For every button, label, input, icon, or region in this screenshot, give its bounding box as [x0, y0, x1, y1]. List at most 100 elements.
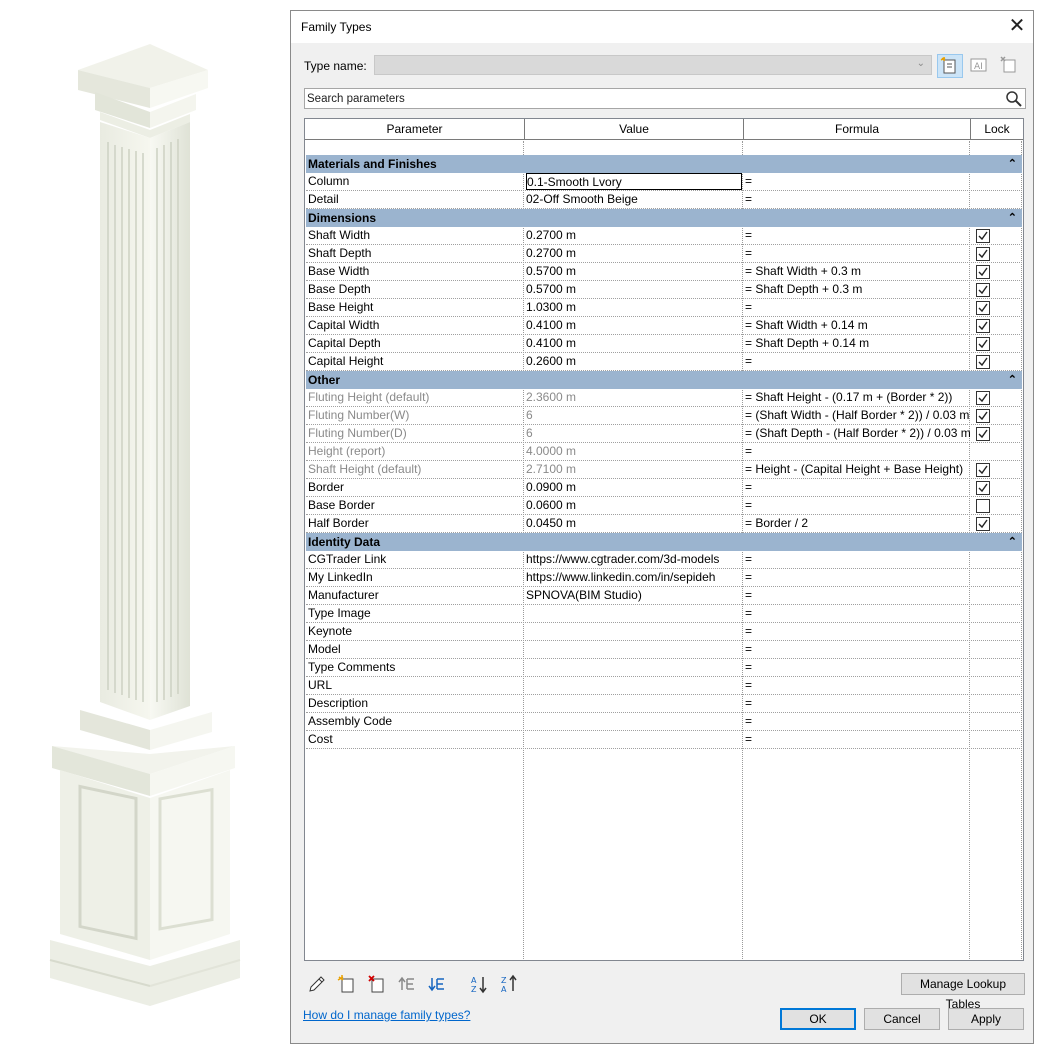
- lock-checkbox-checked[interactable]: [976, 301, 990, 315]
- parameter-row[interactable]: Type Image =: [306, 605, 1022, 623]
- parameter-name[interactable]: Type Comments: [308, 659, 522, 676]
- parameter-formula[interactable]: =: [745, 353, 971, 370]
- parameter-value[interactable]: 0.1-Smooth Lvory: [526, 173, 742, 190]
- parameter-row[interactable]: Base Width 0.5700 m = Shaft Width + 0.3 m: [306, 263, 1022, 281]
- parameter-row[interactable]: Half Border 0.0450 m = Border / 2: [306, 515, 1022, 533]
- parameter-row[interactable]: Detail 02-Off Smooth Beige =: [306, 191, 1022, 209]
- parameter-value[interactable]: https://www.cgtrader.com/3d-models: [526, 551, 742, 568]
- parameter-name[interactable]: Type Image: [308, 605, 522, 622]
- parameter-formula[interactable]: =: [745, 731, 971, 748]
- group-header-row[interactable]: Materials and Finishes ⌃: [306, 155, 1022, 173]
- parameter-row[interactable]: Capital Height 0.2600 m =: [306, 353, 1022, 371]
- lock-checkbox-checked[interactable]: [976, 409, 990, 423]
- parameter-formula[interactable]: =: [745, 677, 971, 694]
- parameter-row[interactable]: Description =: [306, 695, 1022, 713]
- lock-checkbox-checked[interactable]: [976, 391, 990, 405]
- search-input[interactable]: [307, 91, 997, 106]
- parameter-value[interactable]: 2.3600 m: [526, 389, 742, 406]
- parameter-row[interactable]: Shaft Depth 0.2700 m =: [306, 245, 1022, 263]
- parameter-row[interactable]: Shaft Height (default) 2.7100 m = Height -…: [306, 461, 1022, 479]
- move-down-icon[interactable]: [427, 974, 447, 994]
- parameter-row[interactable]: My LinkedIn https://www.linkedin.com/in/s…: [306, 569, 1022, 587]
- parameter-name[interactable]: Shaft Width: [308, 227, 522, 244]
- parameter-formula[interactable]: =: [745, 245, 971, 262]
- lock-checkbox-checked[interactable]: [976, 229, 990, 243]
- parameter-row[interactable]: Base Border 0.0600 m =: [306, 497, 1022, 515]
- parameter-formula[interactable]: =: [745, 695, 971, 712]
- parameter-name[interactable]: Assembly Code: [308, 713, 522, 730]
- lock-checkbox-checked[interactable]: [976, 427, 990, 441]
- parameter-value[interactable]: 0.5700 m: [526, 263, 742, 280]
- parameter-formula[interactable]: = Shaft Height - (0.17 m + (Border * 2)): [745, 389, 971, 406]
- parameter-row[interactable]: Cost =: [306, 731, 1022, 749]
- parameter-formula[interactable]: =: [745, 587, 971, 604]
- column-header-formula[interactable]: Formula: [744, 119, 971, 140]
- group-header-row[interactable]: Identity Data ⌃: [306, 533, 1022, 551]
- column-header-parameter[interactable]: Parameter: [305, 119, 525, 140]
- search-icon[interactable]: [1005, 90, 1023, 110]
- parameter-row[interactable]: Shaft Width 0.2700 m =: [306, 227, 1022, 245]
- parameter-formula[interactable]: = (Shaft Depth - (Half Border * 2)) / 0.…: [745, 425, 971, 442]
- parameter-value[interactable]: 0.5700 m: [526, 281, 742, 298]
- parameter-value[interactable]: SPNOVA(BIM Studio): [526, 587, 742, 604]
- parameter-row[interactable]: Base Depth 0.5700 m = Shaft Depth + 0.3 m: [306, 281, 1022, 299]
- parameter-value[interactable]: 0.0450 m: [526, 515, 742, 532]
- parameter-row[interactable]: Column 0.1-Smooth Lvory =: [306, 173, 1022, 191]
- parameter-formula[interactable]: =: [745, 479, 971, 496]
- parameter-name[interactable]: Border: [308, 479, 522, 496]
- lock-checkbox-checked[interactable]: [976, 355, 990, 369]
- parameter-row[interactable]: Fluting Height (default) 2.3600 m = Shaft …: [306, 389, 1022, 407]
- column-header-lock[interactable]: Lock: [971, 119, 1023, 140]
- parameter-formula[interactable]: =: [745, 191, 971, 208]
- parameter-formula[interactable]: = Height - (Capital Height + Base Height…: [745, 461, 971, 478]
- column-header-value[interactable]: Value: [525, 119, 744, 140]
- parameter-name[interactable]: Keynote: [308, 623, 522, 640]
- parameter-row[interactable]: Type Comments =: [306, 659, 1022, 677]
- parameter-formula[interactable]: = Border / 2: [745, 515, 971, 532]
- parameter-value[interactable]: 0.4100 m: [526, 317, 742, 334]
- help-link[interactable]: How do I manage family types?: [303, 1008, 470, 1022]
- parameter-name[interactable]: Fluting Number(W): [308, 407, 522, 424]
- parameter-row[interactable]: Keynote =: [306, 623, 1022, 641]
- sort-descending-icon[interactable]: ZA: [499, 974, 519, 994]
- edit-parameter-icon[interactable]: [307, 974, 327, 994]
- parameter-row[interactable]: Manufacturer SPNOVA(BIM Studio) =: [306, 587, 1022, 605]
- parameter-formula[interactable]: = Shaft Depth + 0.14 m: [745, 335, 971, 352]
- parameter-row[interactable]: Model =: [306, 641, 1022, 659]
- parameter-formula[interactable]: =: [745, 227, 971, 244]
- parameter-value[interactable]: 6: [526, 407, 742, 424]
- parameter-name[interactable]: Height (report): [308, 443, 522, 460]
- chevron-down-icon[interactable]: ⌄: [917, 58, 925, 69]
- parameter-formula[interactable]: =: [745, 551, 971, 568]
- parameter-name[interactable]: Capital Width: [308, 317, 522, 334]
- parameter-formula[interactable]: =: [745, 497, 971, 514]
- ok-button[interactable]: OK: [780, 1008, 856, 1030]
- new-type-icon[interactable]: [937, 54, 963, 78]
- parameter-value[interactable]: [526, 677, 742, 694]
- parameter-name[interactable]: Model: [308, 641, 522, 658]
- parameter-value[interactable]: [526, 731, 742, 748]
- parameter-row[interactable]: Border 0.0900 m =: [306, 479, 1022, 497]
- parameter-formula[interactable]: =: [745, 173, 971, 190]
- parameter-value[interactable]: 2.7100 m: [526, 461, 742, 478]
- parameter-value[interactable]: [526, 641, 742, 658]
- parameter-row[interactable]: CGTrader Link https://www.cgtrader.com/3d…: [306, 551, 1022, 569]
- parameter-value[interactable]: 4.0000 m: [526, 443, 742, 460]
- parameter-name[interactable]: Capital Height: [308, 353, 522, 370]
- parameter-value[interactable]: 0.2700 m: [526, 227, 742, 244]
- parameter-name[interactable]: Manufacturer: [308, 587, 522, 604]
- group-header-row[interactable]: Dimensions ⌃: [306, 209, 1022, 227]
- parameter-value[interactable]: [526, 713, 742, 730]
- parameter-row[interactable]: Height (report) 4.0000 m =: [306, 443, 1022, 461]
- parameter-name[interactable]: Detail: [308, 191, 522, 208]
- parameter-name[interactable]: Base Height: [308, 299, 522, 316]
- lock-checkbox-checked[interactable]: [976, 265, 990, 279]
- parameter-name[interactable]: Base Depth: [308, 281, 522, 298]
- lock-checkbox-checked[interactable]: [976, 337, 990, 351]
- parameter-value[interactable]: [526, 605, 742, 622]
- parameter-formula[interactable]: = Shaft Width + 0.3 m: [745, 263, 971, 280]
- collapse-icon[interactable]: ⌃: [1008, 533, 1017, 551]
- parameter-value[interactable]: 0.4100 m: [526, 335, 742, 352]
- parameter-formula[interactable]: = (Shaft Width - (Half Border * 2)) / 0.…: [745, 407, 971, 424]
- parameter-value[interactable]: [526, 659, 742, 676]
